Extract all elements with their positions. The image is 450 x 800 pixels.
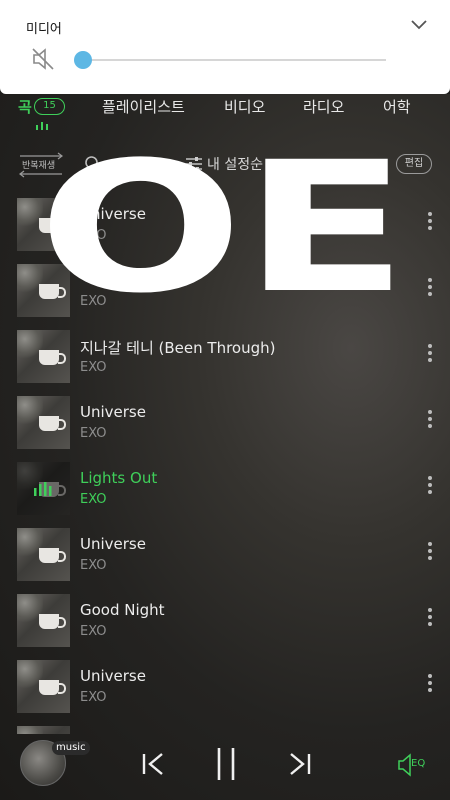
list-item[interactable]: Universe EXO xyxy=(0,524,450,590)
song-title: Universe xyxy=(80,535,146,553)
more-options-icon[interactable] xyxy=(424,344,436,366)
chevron-down-icon[interactable] xyxy=(410,18,428,32)
more-options-icon[interactable] xyxy=(424,542,436,564)
media-title: 미디어 xyxy=(26,22,62,37)
list-item[interactable]: Universe EXO xyxy=(0,194,450,260)
album-thumbnail xyxy=(17,396,70,449)
list-item[interactable]: 지나갈 테니 (Been Through) EXO xyxy=(0,326,450,392)
song-title: Universe xyxy=(80,205,146,223)
music-badge: music xyxy=(52,741,90,755)
tab-language[interactable]: 어학 xyxy=(383,96,411,117)
tab-playlist[interactable]: 플레이리스트 xyxy=(102,96,185,117)
equalizer-button[interactable]: EQ xyxy=(398,752,432,778)
album-thumbnail xyxy=(17,462,70,515)
album-thumbnail xyxy=(17,264,70,317)
album-thumbnail xyxy=(17,660,70,713)
more-options-icon[interactable] xyxy=(424,674,436,696)
song-artist: EXO xyxy=(80,492,107,507)
eq-label: EQ xyxy=(411,758,426,769)
tab-song[interactable]: 곡 xyxy=(18,96,32,117)
more-options-icon[interactable] xyxy=(424,410,436,432)
sort-label[interactable]: 내 설정순 xyxy=(207,154,263,174)
song-artist: EXO xyxy=(80,690,107,705)
more-options-icon[interactable] xyxy=(424,608,436,630)
more-options-icon[interactable] xyxy=(424,278,436,300)
song-artist: EXO xyxy=(80,426,107,441)
album-thumbnail xyxy=(17,198,70,251)
pause-icon[interactable] xyxy=(212,746,240,782)
repeat-button[interactable]: 반복재생 xyxy=(18,152,64,178)
list-item-now-playing[interactable]: Lights Out EXO xyxy=(0,458,450,524)
song-list: Universe EXO EXO 지나갈 테니 (Been Through) E… xyxy=(0,194,450,734)
song-title: Lights Out xyxy=(80,469,158,487)
song-artist: EXO xyxy=(80,558,107,573)
song-artist: EXO xyxy=(80,624,107,639)
album-thumbnail xyxy=(17,330,70,383)
previous-track-icon[interactable] xyxy=(140,750,168,778)
song-artist: EXO xyxy=(80,294,107,309)
media-volume-panel: 미디어 xyxy=(0,0,450,94)
list-item[interactable]: Universe EXO xyxy=(0,656,450,722)
album-thumbnail xyxy=(17,528,70,581)
list-item[interactable]: EXO xyxy=(0,260,450,326)
song-title: Universe xyxy=(80,667,146,685)
search-icon[interactable] xyxy=(84,155,102,173)
mute-icon[interactable] xyxy=(30,46,56,72)
sort-settings-icon[interactable] xyxy=(185,155,203,173)
tab-radio[interactable]: 라디오 xyxy=(303,96,344,117)
tab-video[interactable]: 비디오 xyxy=(224,96,265,117)
category-tabs: 곡 15 플레이리스트 비디오 라디오 어학 xyxy=(0,96,450,132)
list-item[interactable]: Good Night EXO xyxy=(0,590,450,656)
album-thumbnail xyxy=(17,594,70,647)
volume-slider-knob[interactable] xyxy=(74,51,92,69)
song-title: Universe xyxy=(80,403,146,421)
more-options-icon[interactable] xyxy=(424,476,436,498)
repeat-label: 반복재생 xyxy=(22,161,56,171)
volume-slider-track[interactable] xyxy=(82,59,386,61)
song-count-badge: 15 xyxy=(34,98,65,115)
mini-player: music EQ xyxy=(0,730,450,800)
list-item[interactable]: Universe EXO xyxy=(0,392,450,458)
more-options-icon[interactable] xyxy=(424,212,436,234)
song-title: 지나갈 테니 (Been Through) xyxy=(80,339,276,357)
equalizer-playing-icon xyxy=(34,482,52,496)
next-track-icon[interactable] xyxy=(285,750,313,778)
song-title: Good Night xyxy=(80,601,165,619)
playing-indicator-icon xyxy=(36,122,48,130)
list-toolbar: 반복재생 내 설정순 편집 xyxy=(0,150,450,180)
speaker-icon xyxy=(398,753,411,777)
edit-button[interactable]: 편집 xyxy=(396,154,432,174)
song-artist: EXO xyxy=(80,228,107,243)
song-artist: EXO xyxy=(80,360,107,375)
